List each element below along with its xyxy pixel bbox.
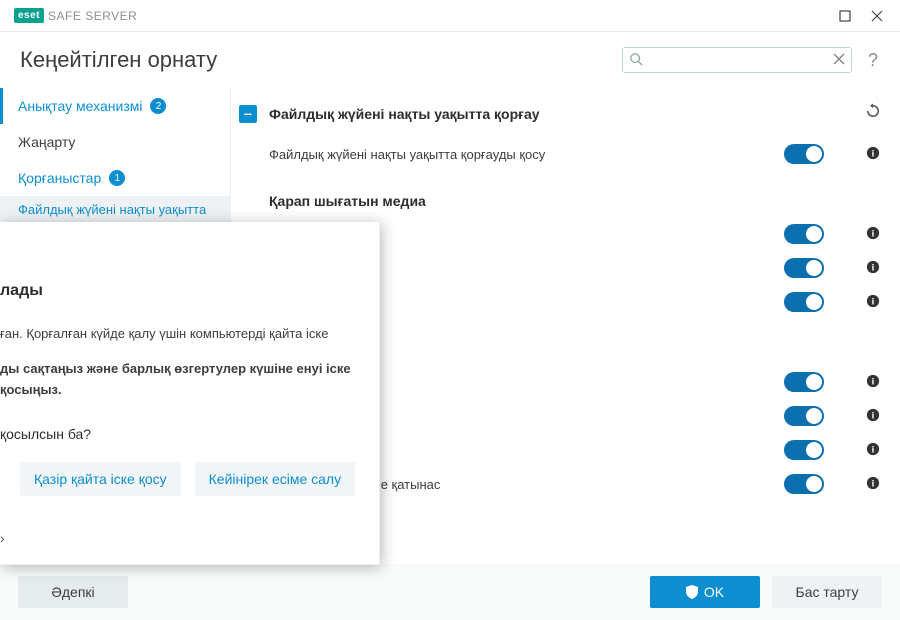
svg-text:i: i — [872, 410, 875, 421]
window-close-icon[interactable] — [862, 4, 892, 28]
svg-text:i: i — [872, 148, 875, 159]
sidebar-badge: 1 — [109, 170, 125, 186]
toggle[interactable] — [784, 372, 824, 392]
info-icon[interactable]: i — [864, 408, 882, 425]
logo-mark: eset — [14, 8, 44, 23]
svg-text:i: i — [872, 444, 875, 455]
window-maximize-icon[interactable] — [830, 4, 860, 28]
toggle[interactable] — [784, 474, 824, 494]
setting-label: Файлдық жүйені нақты уақытта қорғауды қо… — [269, 147, 784, 162]
help-button[interactable]: ? — [860, 50, 886, 71]
toggle[interactable] — [784, 406, 824, 426]
restart-now-button[interactable]: Қазір қайта іске қосу — [20, 462, 181, 496]
dialog-text-2: ды сақтаңыз және барлық өзгертулер күшін… — [0, 359, 361, 401]
toggle[interactable] — [784, 440, 824, 460]
subsection-media: Қарап шығатын медиа — [239, 171, 882, 217]
revert-icon[interactable] — [864, 102, 882, 125]
toggle[interactable] — [784, 292, 824, 312]
toggle[interactable] — [784, 258, 824, 278]
sidebar-item-label: Жаңарту — [18, 134, 75, 150]
cancel-button[interactable]: Бас тарту — [772, 576, 882, 608]
footer: Әдепкі OK Бас тарту — [0, 564, 900, 620]
collapse-icon[interactable]: − — [239, 105, 257, 123]
page-title: Кеңейтілген орнату — [20, 47, 217, 73]
setting-row: Файлдық жүйені нақты уақытта қорғауды қо… — [239, 137, 882, 171]
search-icon — [629, 52, 643, 69]
info-icon[interactable]: i — [864, 442, 882, 459]
titlebar: eset SAFE SERVER — [0, 0, 900, 32]
svg-text:i: i — [872, 376, 875, 387]
svg-text:i: i — [872, 478, 875, 489]
product-name: SAFE SERVER — [48, 9, 137, 23]
sidebar-item-protections[interactable]: Қорғаныстар 1 — [0, 160, 230, 196]
toggle[interactable] — [784, 224, 824, 244]
svg-text:i: i — [872, 262, 875, 273]
restart-dialog: лады ған. Қорғалған күйде қалу үшін комп… — [0, 222, 380, 565]
clear-search-icon[interactable] — [833, 52, 845, 68]
info-icon[interactable]: i — [864, 294, 882, 311]
svg-text:i: i — [872, 296, 875, 307]
search-box[interactable] — [622, 47, 852, 73]
info-icon[interactable]: i — [864, 260, 882, 277]
info-icon[interactable]: i — [864, 146, 882, 163]
sidebar-item-update[interactable]: Жаңарту — [0, 124, 230, 160]
svg-text:i: i — [872, 228, 875, 239]
toggle-enable-realtime[interactable] — [784, 144, 824, 164]
ok-button[interactable]: OK — [650, 576, 760, 608]
info-icon[interactable]: i — [864, 374, 882, 391]
info-icon[interactable]: i — [864, 476, 882, 493]
sidebar-item-detection-engine[interactable]: Анықтау механизмі 2 — [0, 88, 230, 124]
sidebar-badge: 2 — [150, 98, 166, 114]
sidebar-item-label: Анықтау механизмі — [18, 98, 142, 114]
dialog-footer-mark: › — [0, 514, 361, 546]
info-icon[interactable]: i — [864, 226, 882, 243]
default-button[interactable]: Әдепкі — [18, 576, 128, 608]
page-header: Кеңейтілген орнату ? — [0, 32, 900, 88]
product-logo: eset SAFE SERVER — [14, 7, 137, 25]
ok-button-label: OK — [704, 584, 724, 600]
section-title: Файлдық жүйені нақты уақытта қорғау — [269, 106, 540, 122]
dialog-text-1: ған. Қорғалған күйде қалу үшін компьютер… — [0, 324, 361, 345]
dialog-question: қосылсын ба? — [0, 426, 361, 442]
remind-later-button[interactable]: Кейінірек есіме салу — [195, 462, 355, 496]
search-input[interactable] — [622, 47, 852, 73]
dialog-title: лады — [0, 240, 361, 324]
shield-icon — [686, 585, 698, 599]
sidebar-item-label: Қорғаныстар — [18, 170, 101, 186]
